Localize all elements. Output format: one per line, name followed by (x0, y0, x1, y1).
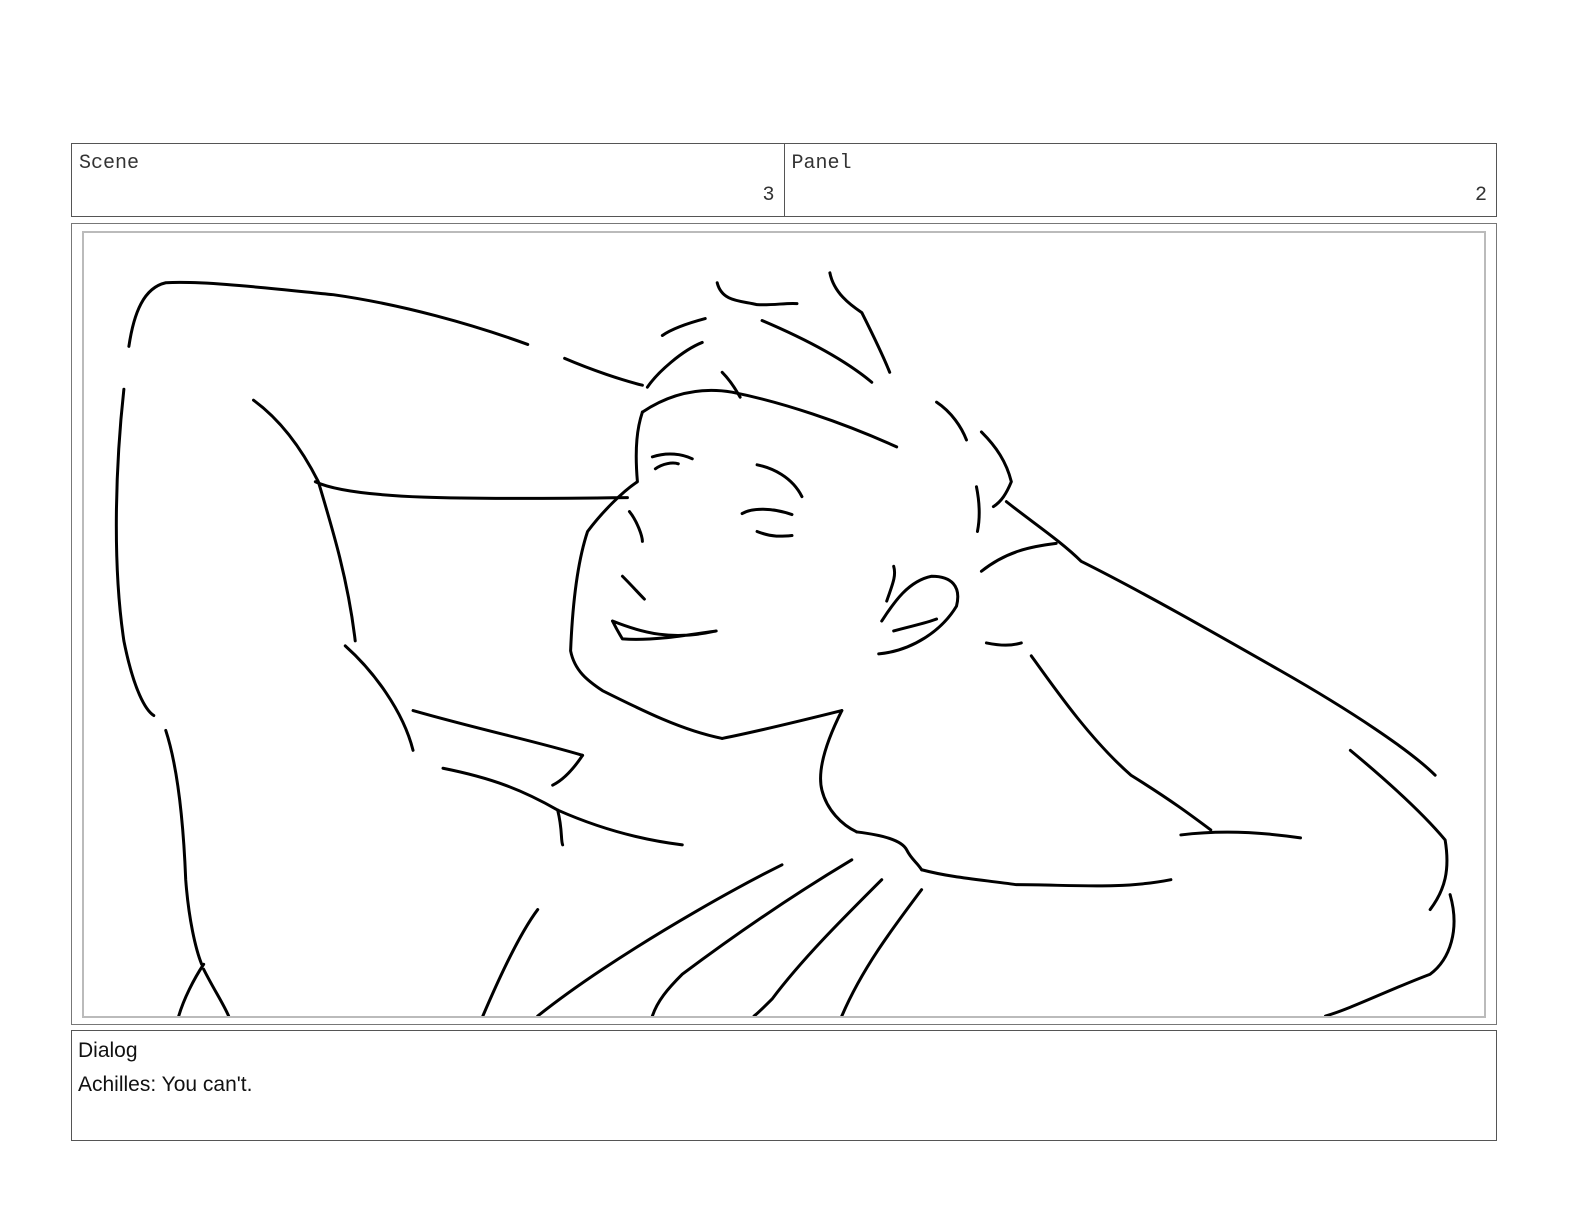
panel-cell: Panel 2 (783, 144, 1497, 216)
storyboard-frame (71, 223, 1497, 1025)
dialog-text: Achilles: You can't. (78, 1073, 253, 1096)
sketch-character-reclining-icon (114, 271, 1456, 1016)
storyboard-drawing-area (82, 231, 1486, 1018)
scene-label: Scene (79, 152, 140, 175)
scene-number: 3 (762, 184, 775, 207)
scene-cell: Scene 3 (72, 144, 784, 216)
panel-number: 2 (1474, 184, 1487, 207)
dialog-label: Dialog (78, 1039, 138, 1062)
panel-label: Panel (791, 152, 852, 175)
dialog-box: Dialog Achilles: You can't. (71, 1030, 1497, 1141)
scene-panel-header: Scene 3 Panel 2 (71, 143, 1497, 217)
